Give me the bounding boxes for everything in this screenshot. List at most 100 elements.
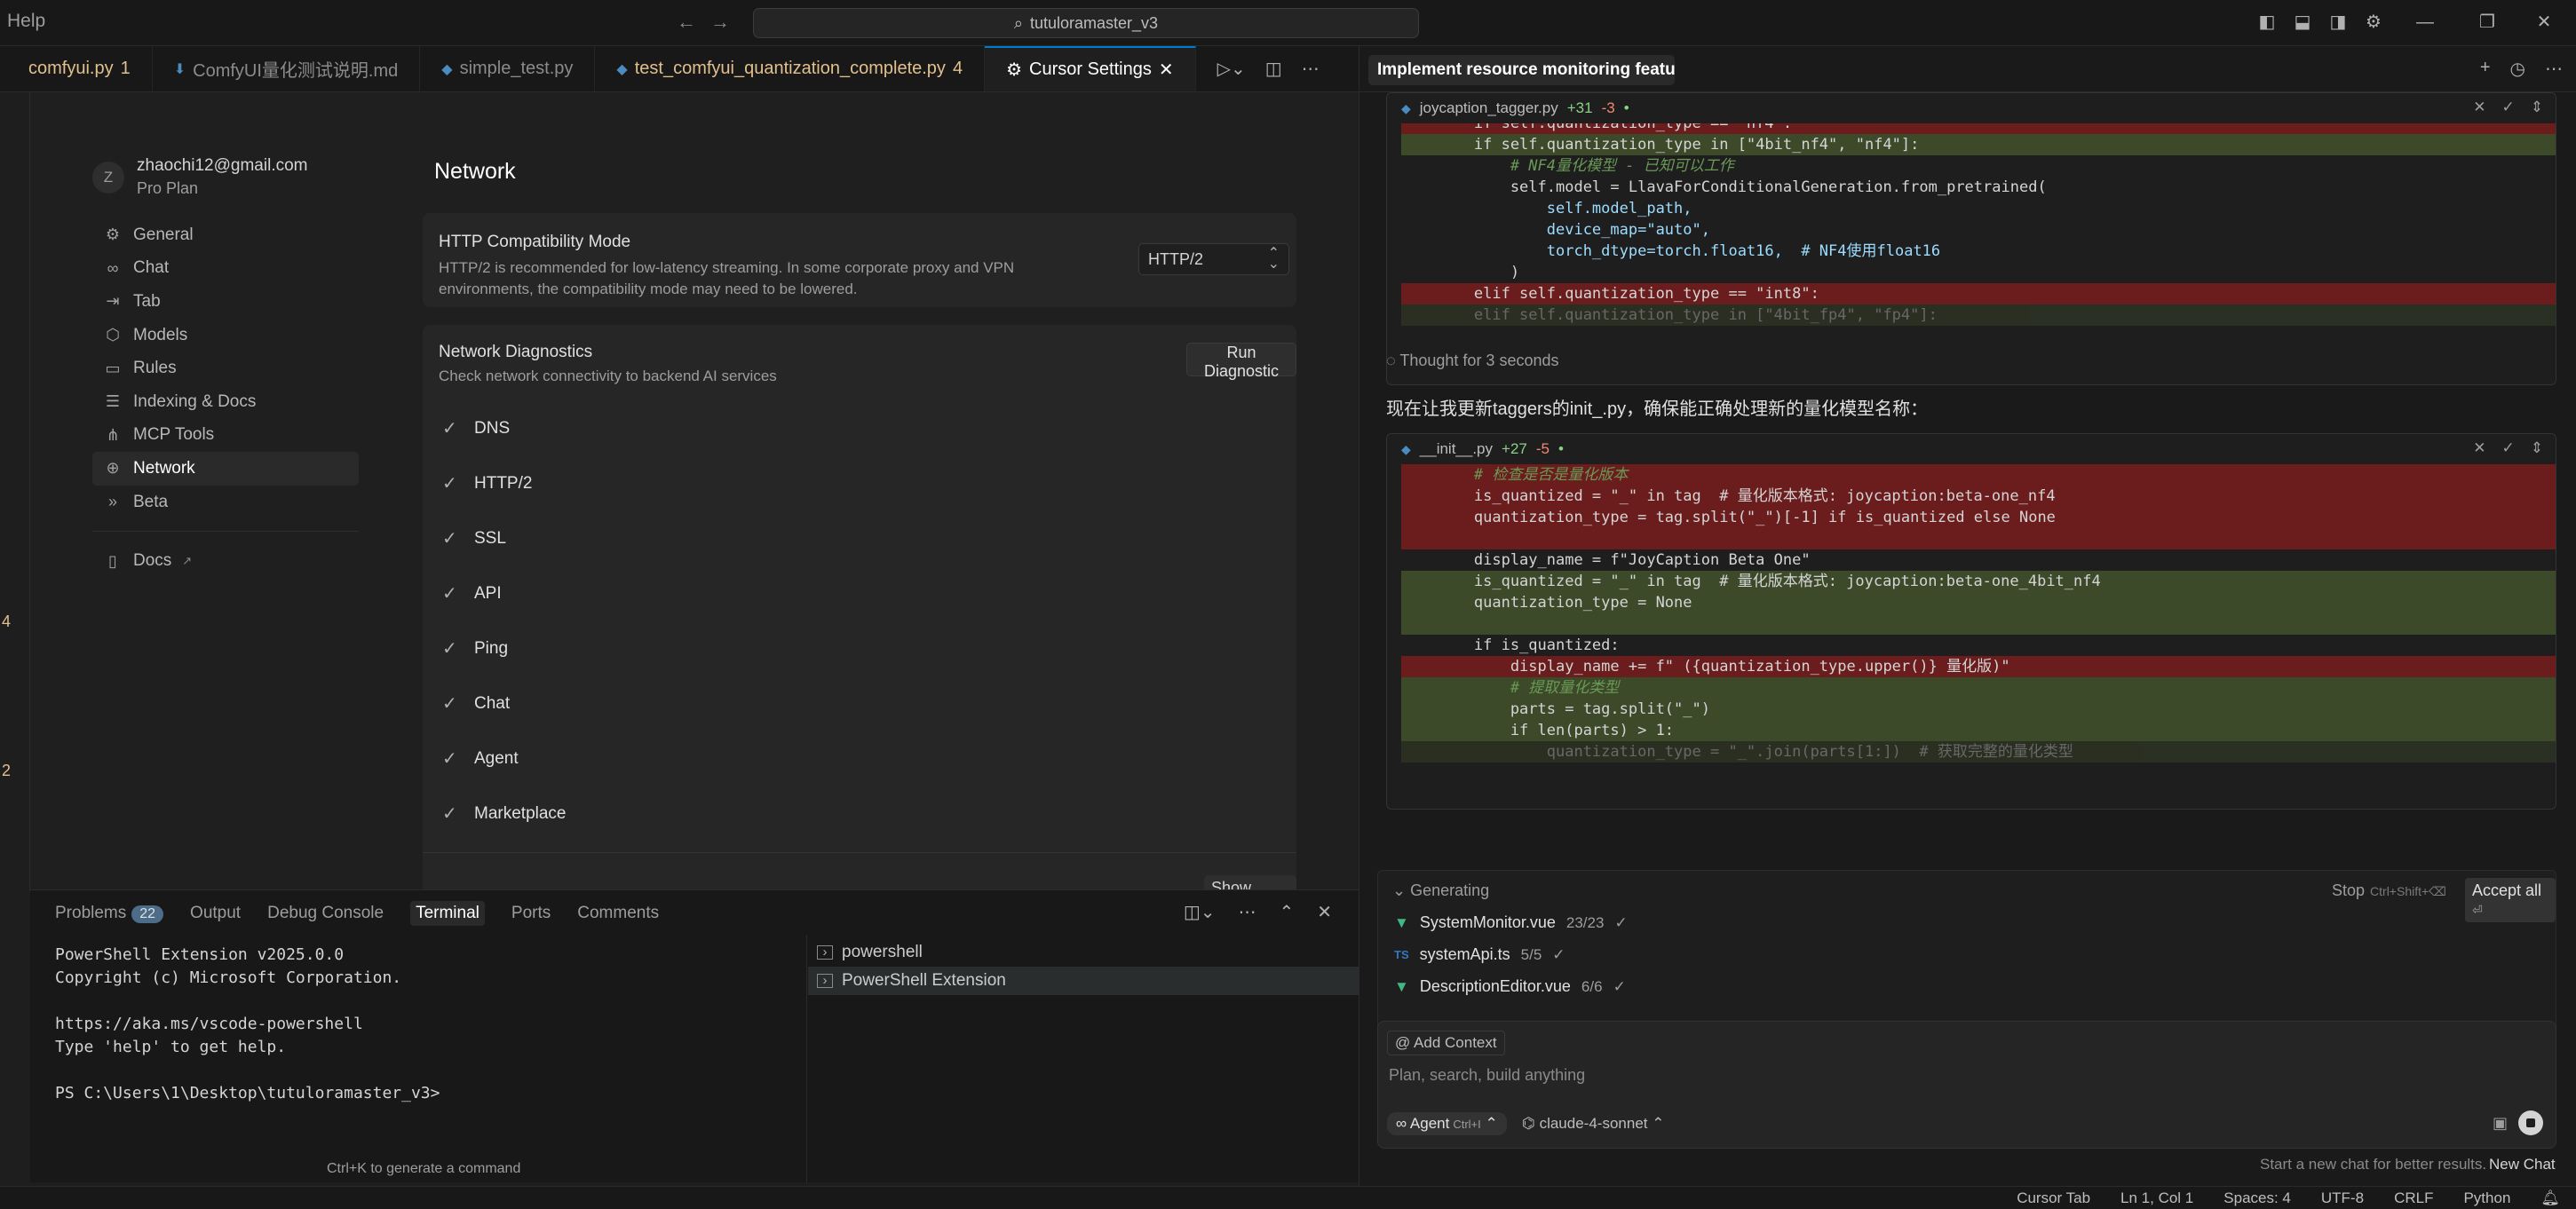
status-indent[interactable]: Spaces: 4 <box>2223 1189 2291 1207</box>
enter-key-icon: ⏎ <box>2472 903 2483 917</box>
close-window-icon[interactable]: ✕ <box>2531 9 2557 36</box>
new-chat-link[interactable]: New Chat <box>2489 1156 2556 1173</box>
tab-terminal[interactable]: Terminal <box>410 901 485 926</box>
command-center-search[interactable]: ⌕ tutuloramaster_v3 <box>753 8 1419 38</box>
tab-cursor-settings[interactable]: ⚙ Cursor Settings ✕ <box>985 46 1196 91</box>
assistant-message: 现在让我更新taggers的init_.py，确保能正确处理新的量化模型名称： <box>1386 399 1929 419</box>
settings-nav-indexing[interactable]: ☰ Indexing & Docs <box>92 385 359 419</box>
maximize-panel-icon[interactable]: ⌃ <box>1279 901 1294 923</box>
generating-label[interactable]: ⌄ Generating <box>1392 881 1489 900</box>
settings-nav-mcp[interactable]: ⋔ MCP Tools <box>92 419 359 453</box>
account-info: Z zhaochi12@gmail.com Pro Plan <box>92 156 308 198</box>
restore-icon[interactable]: ❐ <box>2474 9 2501 36</box>
show-logs-button[interactable]: Show Logs <box>1204 875 1296 889</box>
terminal-item-powershell[interactable]: › powershell <box>808 938 1359 967</box>
python-file-icon: ◆ <box>441 61 453 77</box>
generated-file-item[interactable]: TS systemApi.ts 5/5 ✓ <box>1394 945 1565 964</box>
toggle-panel-icon[interactable]: ⬓ <box>2289 9 2316 36</box>
gear-icon[interactable]: ⚙ <box>2360 9 2387 36</box>
close-tab-icon[interactable]: ✕ <box>1159 59 1174 81</box>
stop-label: Stop <box>2332 881 2366 899</box>
terminal-output[interactable]: PowerShell Extension v2025.0.0 Copyright… <box>55 944 819 1105</box>
diag-check-api: ✓ API <box>442 582 502 604</box>
stop-generating-button[interactable]: Stop Ctrl+Shift+⌫ <box>2332 881 2446 900</box>
tab-problems[interactable]: Problems 22 <box>55 904 164 923</box>
status-cursor-tab[interactable]: Cursor Tab <box>2017 1189 2090 1207</box>
close-panel-icon[interactable]: ✕ <box>1317 901 1332 923</box>
tab-output[interactable]: Output <box>190 904 241 923</box>
vue-file-icon: ▼ <box>1394 977 1409 995</box>
terminal-item-ps-extension[interactable]: › PowerShell Extension <box>808 967 1359 995</box>
thought-status[interactable]: ◌ Thought for 3 seconds <box>1386 352 1559 370</box>
settings-nav-docs[interactable]: ▯ Docs ↗ <box>92 544 359 578</box>
check-icon: ✓ <box>442 694 457 714</box>
bell-icon[interactable]: 🔔︎ <box>2540 1189 2560 1207</box>
diff-filename[interactable]: __init__.py <box>1420 440 1493 458</box>
image-icon[interactable]: ▣ <box>2493 1114 2508 1133</box>
tab-comfyui-py[interactable]: comfyui.py 1 <box>0 46 153 91</box>
toggle-primary-sidebar-icon[interactable]: ◧ <box>2254 9 2280 36</box>
http-mode-select[interactable]: HTTP/2 ⌃ ⌄ <box>1138 243 1289 275</box>
run-icon[interactable]: ▷⌄ <box>1217 58 1246 80</box>
history-icon[interactable]: ◷ <box>2510 58 2525 80</box>
diag-check-chat: ✓ Chat <box>442 692 510 715</box>
back-arrow-icon[interactable]: ← <box>677 11 696 34</box>
accept-all-button[interactable]: Accept all ⏎ <box>2465 878 2556 922</box>
reject-icon[interactable]: ✕ <box>2473 439 2485 457</box>
diff-filename[interactable]: joycaption_tagger.py <box>1420 99 1558 117</box>
command-center-label: tutuloramaster_v3 <box>1030 13 1159 32</box>
accept-icon[interactable]: ✓ <box>2502 99 2515 116</box>
chat-input[interactable] <box>1389 1066 2366 1085</box>
settings-nav-general[interactable]: ⚙ General <box>92 218 359 252</box>
forward-arrow-icon[interactable]: → <box>710 11 730 34</box>
diag-check-ping: ✓ Ping <box>442 637 508 660</box>
tab-ports[interactable]: Ports <box>511 904 551 923</box>
plus-icon[interactable]: + <box>2480 58 2491 80</box>
check-label: DNS <box>474 418 511 438</box>
expand-icon[interactable]: ⇕ <box>2531 99 2543 116</box>
tab-label: Problems <box>55 904 127 922</box>
more-icon[interactable]: ⋯ <box>1238 901 1256 923</box>
generated-file-item[interactable]: ▼ SystemMonitor.vue 23/23 ✓ <box>1394 913 1628 932</box>
terminal-list: › powershell › PowerShell Extension <box>808 938 1359 995</box>
code-line: quantization_type = tag.split("_")[-1] i… <box>1401 507 2556 528</box>
code-line <box>1401 613 2556 635</box>
more-icon[interactable]: ⋯ <box>2545 58 2563 80</box>
stop-button[interactable] <box>2518 1110 2543 1135</box>
chat-header: Implement resource monitoring featu + ◷ … <box>1359 46 2576 92</box>
agent-mode-button[interactable]: ∞ Agent Ctrl+I ⌃ <box>1387 1112 1507 1135</box>
menu-help[interactable]: Help <box>7 11 45 32</box>
chat-tab-title[interactable]: Implement resource monitoring featu <box>1368 55 1675 85</box>
settings-nav-tab[interactable]: ⇥ Tab <box>92 285 359 319</box>
tab-simple-test[interactable]: ◆ simple_test.py <box>420 46 596 91</box>
diff-code: if self.quantization_type == "nf4": if s… <box>1401 123 2556 326</box>
accept-icon[interactable]: ✓ <box>2502 439 2515 457</box>
split-editor-icon[interactable]: ◫ <box>1265 58 1282 80</box>
settings-nav-beta[interactable]: » Beta <box>92 486 359 519</box>
more-icon[interactable]: ⋯ <box>1302 58 1320 80</box>
settings-nav-chat[interactable]: ∞ Chat <box>92 252 359 286</box>
python-file-icon: ◆ <box>1401 441 1411 456</box>
infinity-icon: ∞ <box>107 258 119 277</box>
tab-comments[interactable]: Comments <box>577 904 659 923</box>
reject-icon[interactable]: ✕ <box>2473 99 2485 116</box>
settings-nav-network[interactable]: ⊕ Network <box>92 452 359 486</box>
status-language[interactable]: Python <box>2463 1189 2510 1207</box>
tab-comfyui-md[interactable]: ⬇ ComfyUI量化测试说明.md <box>153 46 421 91</box>
lines-added: +31 <box>1566 99 1593 116</box>
settings-nav-models[interactable]: ⬡ Models <box>92 319 359 352</box>
generated-file-item[interactable]: ▼ DescriptionEditor.vue 6/6 ✓ <box>1394 977 1626 996</box>
expand-icon[interactable]: ⇕ <box>2531 439 2543 457</box>
add-context-button[interactable]: @ Add Context <box>1387 1031 1505 1055</box>
settings-nav-rules[interactable]: ▭ Rules <box>92 352 359 385</box>
tab-debug-console[interactable]: Debug Console <box>267 904 384 923</box>
status-encoding[interactable]: UTF-8 <box>2321 1189 2364 1207</box>
status-position[interactable]: Ln 1, Col 1 <box>2120 1189 2193 1207</box>
status-eol[interactable]: CRLF <box>2394 1189 2433 1207</box>
run-diagnostic-button[interactable]: Run Diagnostic <box>1186 343 1296 380</box>
tab-test-quantization[interactable]: ◆ test_comfyui_quantization_complete.py … <box>595 46 986 91</box>
minimize-icon[interactable]: — <box>2412 9 2438 36</box>
toggle-secondary-sidebar-icon[interactable]: ◨ <box>2325 9 2351 36</box>
model-select[interactable]: ⌬ claude-4-sonnet ⌃ <box>1522 1115 1664 1133</box>
split-terminal-icon[interactable]: ◫⌄ <box>1184 901 1216 923</box>
